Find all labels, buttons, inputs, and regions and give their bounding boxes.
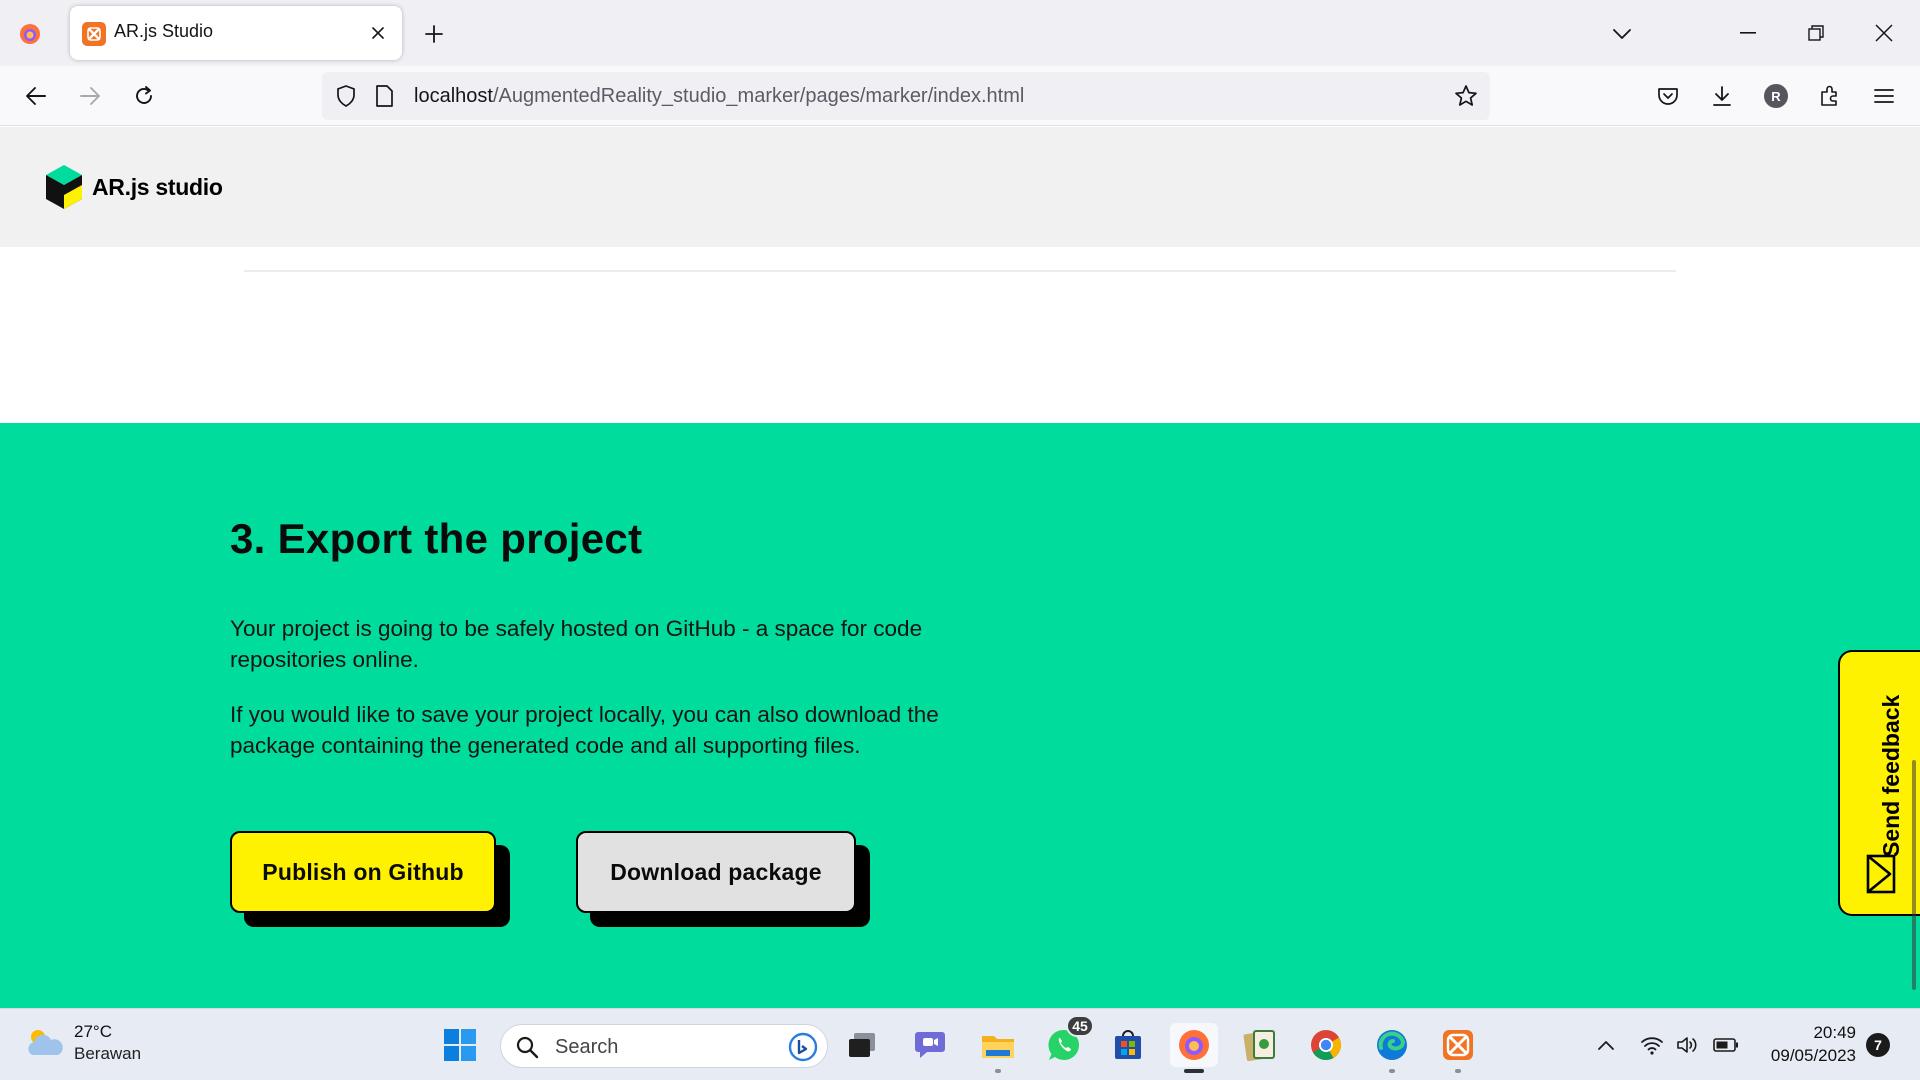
profile-initial: R — [1764, 84, 1788, 108]
wifi-icon[interactable] — [1638, 1031, 1666, 1059]
send-feedback-tab[interactable]: Send feedback — [1838, 650, 1920, 916]
taskbar-search-box[interactable]: Search — [500, 1024, 828, 1068]
tracking-protection-shield-icon[interactable] — [332, 82, 360, 110]
whatsapp-unread-badge: 45 — [1066, 1015, 1094, 1037]
clock-time: 20:49 — [1813, 1023, 1856, 1042]
close-tab-icon[interactable] — [364, 19, 392, 47]
bing-chat-icon — [788, 1032, 818, 1062]
weather-temperature: 27°C — [74, 1022, 112, 1041]
file-explorer-icon[interactable] — [976, 1023, 1020, 1073]
publish-github-button[interactable]: Publish on Github — [230, 831, 496, 913]
account-avatar[interactable]: R — [1758, 78, 1794, 114]
section-paragraph-hosting: Your project is going to be safely hoste… — [230, 616, 923, 672]
reload-icon[interactable] — [124, 76, 164, 116]
section-paragraph-download: If you would like to save your project l… — [230, 702, 939, 758]
envelope-icon — [1866, 854, 1896, 894]
page-info-icon[interactable] — [372, 83, 396, 109]
active-app-indicator — [1184, 1069, 1204, 1073]
download-button-group: Download package — [576, 831, 872, 935]
export-section: 3. Export the project Your project is go… — [0, 423, 1920, 1008]
tab-strip: AR.js Studio — [0, 0, 1920, 66]
chrome-icon[interactable] — [1304, 1023, 1348, 1067]
running-indicator — [1389, 1069, 1395, 1073]
volume-icon[interactable] — [1674, 1031, 1702, 1059]
back-arrow-icon[interactable] — [16, 76, 56, 116]
whatsapp-icon[interactable]: 45 — [1042, 1015, 1094, 1067]
forward-arrow-icon[interactable] — [70, 76, 110, 116]
windows-start-icon[interactable] — [438, 1023, 482, 1067]
teams-chat-icon[interactable] — [908, 1023, 952, 1067]
logo-text: AR.js studio — [92, 173, 223, 200]
firefox-taskbar-icon[interactable] — [1170, 1023, 1218, 1073]
tab-title: AR.js Studio — [114, 21, 214, 41]
weather-condition: Berawan — [74, 1044, 142, 1063]
show-hidden-icons-chevron-icon[interactable] — [1592, 1031, 1620, 1059]
firefox-view-button[interactable] — [12, 16, 48, 52]
url-text: localhost/AugmentedReality_studio_marker… — [414, 85, 1024, 108]
search-icon — [516, 1036, 539, 1059]
pocket-icon[interactable] — [1650, 78, 1686, 114]
address-bar[interactable]: localhost/AugmentedReality_studio_marker… — [322, 72, 1490, 120]
content-area — [0, 247, 1920, 423]
site-logo[interactable]: AR.js studio — [44, 163, 223, 211]
publish-button-group: Publish on Github — [230, 831, 514, 935]
url-path: /AugmentedReality_studio_marker/pages/ma… — [492, 85, 1025, 107]
new-tab-plus-icon[interactable] — [416, 16, 452, 52]
task-view-icon[interactable] — [840, 1023, 884, 1067]
xampp-icon — [82, 22, 106, 46]
send-feedback-label: Send feedback — [1878, 694, 1904, 857]
browser-tab-active[interactable]: AR.js Studio — [70, 6, 402, 60]
weather-widget[interactable]: 27°C Berawan — [24, 1021, 141, 1065]
microsoft-store-icon[interactable] — [1106, 1023, 1150, 1067]
edge-icon[interactable] — [1370, 1023, 1414, 1073]
running-indicator — [1455, 1069, 1461, 1073]
section-title: 3. Export the project — [230, 515, 643, 562]
navigation-toolbar: localhost/AugmentedReality_studio_marker… — [0, 66, 1920, 126]
downloads-icon[interactable] — [1704, 78, 1740, 114]
battery-icon[interactable] — [1712, 1031, 1740, 1059]
clock-date: 09/05/2023 — [1770, 1046, 1856, 1065]
bookmark-star-icon[interactable] — [1452, 82, 1480, 110]
xampp-taskbar-icon[interactable] — [1436, 1023, 1480, 1073]
list-all-tabs-chevron-icon[interactable] — [1604, 16, 1640, 52]
app-menu-hamburger-icon[interactable] — [1866, 78, 1902, 114]
site-header: AR.js studio — [0, 127, 1920, 247]
download-package-button[interactable]: Download package — [576, 831, 856, 913]
page-scrollbar-thumb[interactable] — [1912, 760, 1916, 990]
section-divider — [244, 270, 1676, 272]
minimize-window-icon[interactable] — [1718, 10, 1778, 56]
arjs-cube-logo-icon — [46, 165, 82, 209]
extensions-puzzle-icon[interactable] — [1812, 78, 1848, 114]
system-clock[interactable]: 20:49 09/05/2023 — [1756, 1021, 1856, 1067]
firefox-icon — [20, 24, 40, 44]
windows-taskbar: 27°C Berawan Search 45 20:49 09/05/2023 … — [0, 1008, 1920, 1080]
search-placeholder: Search — [555, 1036, 619, 1058]
close-window-icon[interactable] — [1854, 10, 1914, 56]
running-indicator — [995, 1069, 1001, 1073]
restore-window-icon[interactable] — [1786, 10, 1846, 56]
notification-count-badge[interactable]: 7 — [1866, 1033, 1890, 1057]
url-host: localhost — [414, 85, 493, 107]
cloudy-weather-icon — [28, 1030, 63, 1055]
solitaire-icon[interactable] — [1238, 1023, 1282, 1067]
